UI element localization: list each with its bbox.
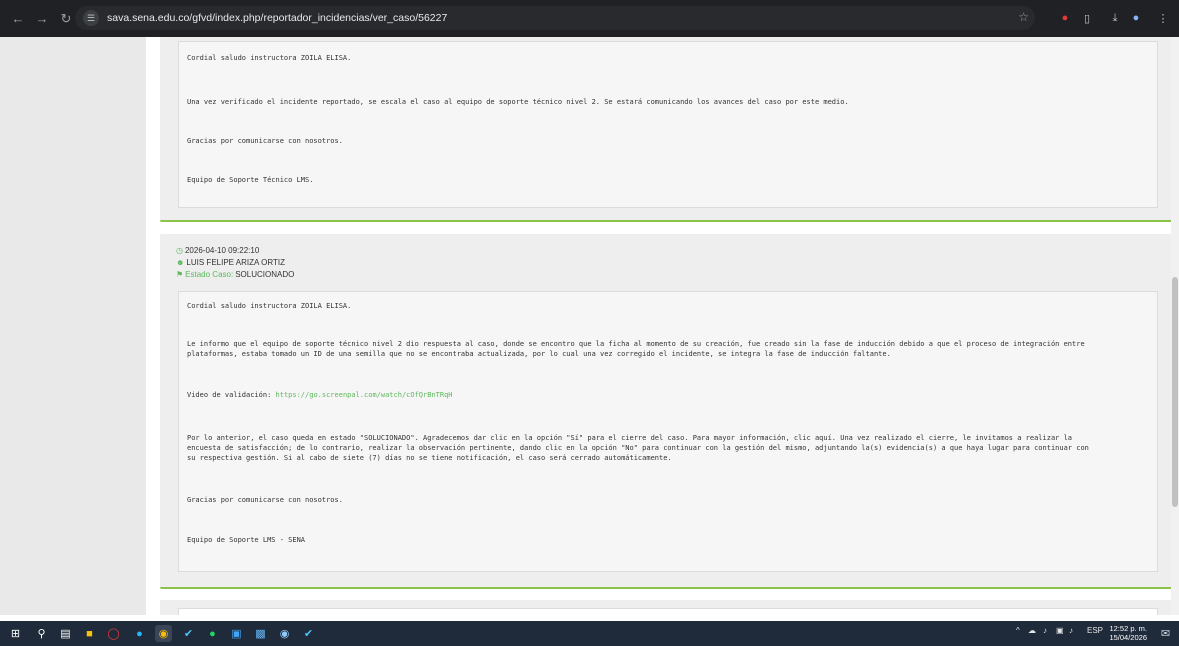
microphone-icon[interactable]: ♪	[1043, 626, 1047, 635]
volume-icon[interactable]: ♪	[1069, 626, 1073, 635]
file-explorer-icon[interactable]: ■	[81, 625, 98, 642]
message-signature: Equipo de Soporte LMS - SENA	[187, 536, 306, 544]
message-thanks: Gracias por comunicarse con nosotros.	[187, 137, 343, 145]
status-label: Estado Caso:	[185, 270, 234, 279]
case-message-card: Cordial saludo instructora ZOILA ELISA. …	[160, 37, 1179, 222]
app-icon[interactable]: ◉	[276, 625, 293, 642]
case-status: ⚑ Estado Caso: SOLUCIONADO	[176, 270, 294, 279]
message-text-line: Le informo que el equipo de soporte técn…	[187, 340, 1085, 348]
closing-text-line: encuesta de satisfacción; de lo contrari…	[187, 444, 1089, 452]
search-icon[interactable]: ⚲	[33, 625, 50, 642]
status-value: SOLUCIONADO	[235, 270, 295, 279]
task-view-icon[interactable]: ▤	[57, 625, 74, 642]
site-info-icon[interactable]: ☰	[83, 10, 99, 26]
message-text-line: plataformas, estaba tomado un ID de una …	[187, 350, 891, 358]
opera-icon[interactable]: ◯	[105, 625, 122, 642]
author-name: LUIS FELIPE ARIZA ORTIZ	[186, 258, 285, 267]
app-check-icon[interactable]: ✔	[180, 625, 197, 642]
scrollbar-thumb[interactable]	[1172, 277, 1178, 507]
video-link[interactable]: https://go.screenpal.com/watch/cOfQrBnTR…	[276, 391, 453, 399]
app-icon[interactable]: ▩	[252, 625, 269, 642]
date-text: 2026-04-10 09:22:10	[184, 246, 260, 255]
clock-time: 12:52 p. m.	[1109, 624, 1147, 633]
message-greeting: Cordial saludo instructora ZOILA ELISA.	[187, 302, 352, 310]
clock-date: 15/04/2026	[1109, 633, 1147, 642]
photos-icon[interactable]: ▣	[228, 625, 245, 642]
message-signature: Equipo de Soporte Técnico LMS.	[187, 176, 314, 184]
bookmark-star-icon[interactable]: ☆	[1018, 10, 1029, 24]
video-label: Video de validación:	[187, 391, 272, 399]
message-text: Una vez verificado el incidente reportad…	[187, 98, 849, 106]
app-check-icon[interactable]: ✔	[300, 625, 317, 642]
message-date: ◷ 2026-04-10 09:22:10	[176, 246, 259, 255]
back-icon[interactable]: ←	[8, 9, 28, 29]
message-body: Cordial saludo instructora ZOILA ELISA. …	[178, 291, 1158, 572]
clock-icon: ◷	[176, 246, 183, 255]
case-message-card: ◷ 2026-04-10 09:22:10 ☻ LUIS FELIPE ARIZ…	[160, 234, 1179, 589]
edge-icon[interactable]: ●	[131, 625, 148, 642]
closing-text-line: su respectiva gestión. Si al cabo de sie…	[187, 454, 672, 462]
profile-avatar-icon[interactable]: ●	[1128, 10, 1144, 26]
tray-chevron-icon[interactable]: ^	[1016, 626, 1020, 635]
address-bar[interactable]: ☰ sava.sena.edu.co/gfvd/index.php/report…	[75, 6, 1035, 30]
system-clock[interactable]: 12:52 p. m. 15/04/2026	[1109, 624, 1147, 642]
message-greeting: Cordial saludo instructora ZOILA ELISA.	[187, 54, 352, 62]
url-text[interactable]: sava.sena.edu.co/gfvd/index.php/reportad…	[107, 12, 447, 24]
closing-text-line: Por lo anterior, el caso queda en estado…	[187, 434, 1073, 442]
windows-taskbar: ⊞ ⚲ ▤ ■ ◯ ● ◉ ✔ ● ▣ ▩ ◉ ✔ ^ ☁ ♪ ▣ ♪ ESP …	[0, 621, 1179, 646]
menu-kebab-icon[interactable]: ⋮	[1155, 10, 1171, 26]
extension-icon[interactable]: ●	[1057, 10, 1073, 26]
user-icon: ☻	[176, 258, 185, 267]
language-indicator[interactable]: ESP	[1087, 626, 1103, 635]
message-thanks: Gracias por comunicarse con nosotros.	[187, 496, 343, 504]
case-message-card	[160, 600, 1179, 615]
scrollbar[interactable]	[1171, 37, 1179, 615]
cloud-icon[interactable]: ☁	[1028, 626, 1036, 635]
download-icon[interactable]: ⤓	[1107, 10, 1123, 26]
message-author: ☻ LUIS FELIPE ARIZA ORTIZ	[176, 258, 285, 267]
bookmark-icon: ⚑	[176, 270, 184, 279]
spotify-icon[interactable]: ●	[204, 625, 221, 642]
windows-start-icon[interactable]: ⊞	[7, 625, 24, 642]
page-viewport: Cordial saludo instructora ZOILA ELISA. …	[0, 37, 1179, 615]
reload-icon[interactable]: ↻	[56, 9, 76, 29]
network-icon[interactable]: ▣	[1056, 626, 1064, 635]
chrome-icon[interactable]: ◉	[155, 625, 172, 642]
video-validation: Video de validación: https://go.screenpa…	[187, 390, 453, 400]
left-gutter	[0, 37, 146, 615]
message-body: Cordial saludo instructora ZOILA ELISA. …	[178, 41, 1158, 208]
extensions-puzzle-icon[interactable]: ▯	[1079, 10, 1095, 26]
browser-toolbar: ← → ↻ ☰ sava.sena.edu.co/gfvd/index.php/…	[0, 0, 1179, 37]
forward-icon[interactable]: →	[32, 9, 52, 29]
notifications-icon[interactable]: ✉	[1157, 625, 1174, 642]
message-body	[178, 608, 1158, 615]
